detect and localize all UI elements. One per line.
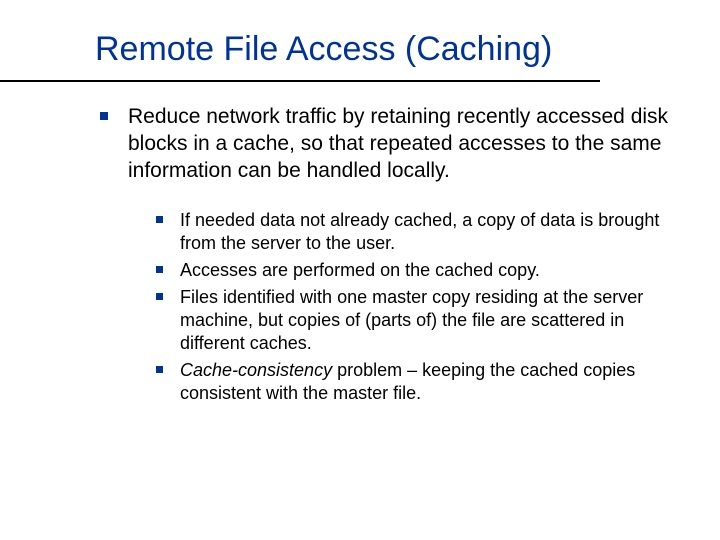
square-bullet-icon: [156, 216, 163, 223]
level2-item: Accesses are performed on the cached cop…: [156, 259, 680, 282]
level2-item: Cache-consistency problem – keeping the …: [156, 359, 680, 405]
square-bullet-icon: [156, 266, 163, 273]
level2-text: Files identified with one master copy re…: [180, 287, 643, 353]
level2-text: Accesses are performed on the cached cop…: [180, 260, 540, 280]
slide-body: Reduce network traffic by retaining rece…: [100, 104, 680, 409]
level2-list: If needed data not already cached, a cop…: [156, 209, 680, 405]
level2-text: If needed data not already cached, a cop…: [180, 210, 659, 253]
slide: Remote File Access (Caching) Reduce netw…: [0, 0, 720, 540]
slide-title: Remote File Access (Caching): [95, 30, 552, 69]
square-bullet-icon: [100, 112, 108, 120]
title-underline: [0, 80, 600, 82]
square-bullet-icon: [156, 293, 163, 300]
level1-item: Reduce network traffic by retaining rece…: [100, 104, 680, 185]
square-bullet-icon: [156, 366, 163, 373]
level1-text: Reduce network traffic by retaining rece…: [128, 105, 668, 182]
level2-item: If needed data not already cached, a cop…: [156, 209, 680, 255]
level2-item: Files identified with one master copy re…: [156, 286, 680, 355]
italic-term: Cache-consistency: [180, 360, 332, 380]
level2-text: Cache-consistency problem – keeping the …: [180, 360, 635, 403]
